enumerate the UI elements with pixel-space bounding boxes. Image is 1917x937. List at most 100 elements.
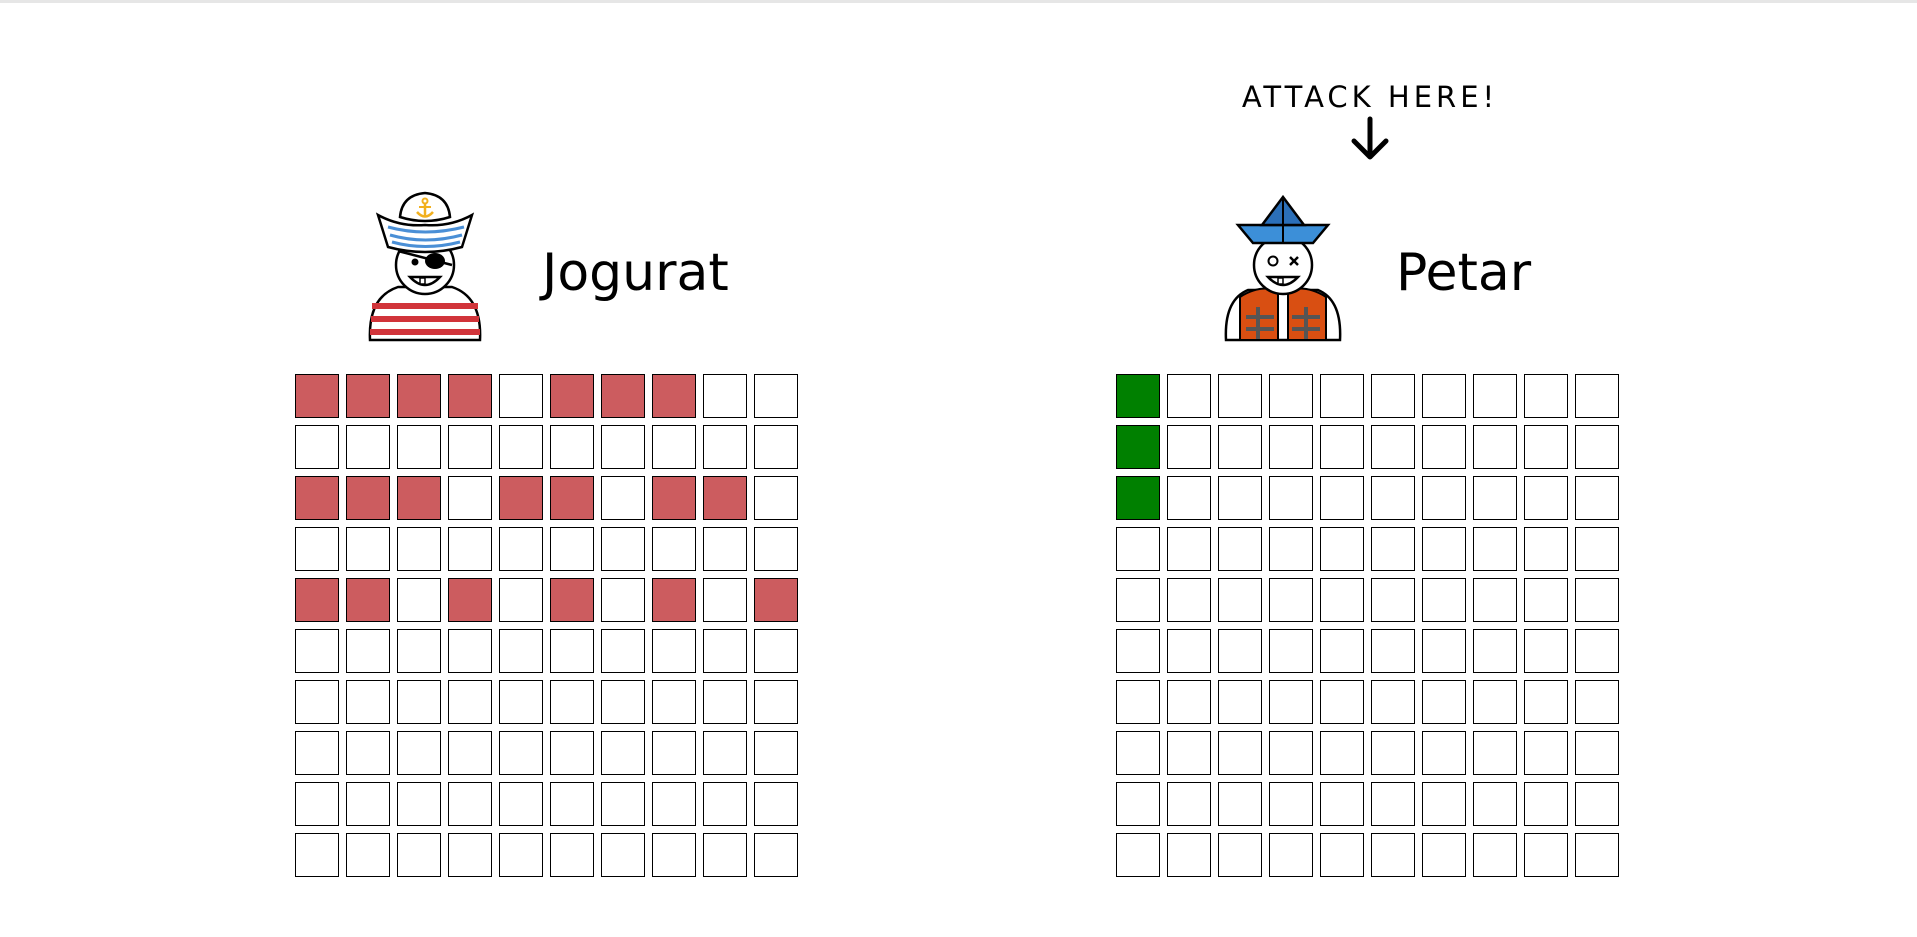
grid-cell-empty[interactable] [1269,731,1313,775]
grid-cell-empty[interactable] [1524,782,1568,826]
grid-cell-empty[interactable] [1524,731,1568,775]
grid-cell-empty[interactable] [1473,476,1517,520]
grid-cell-empty[interactable] [1269,374,1313,418]
grid-cell-empty[interactable] [1218,527,1262,571]
grid-cell-empty[interactable] [1524,527,1568,571]
grid-cell-empty[interactable] [1116,527,1160,571]
grid-cell-empty[interactable] [1371,680,1415,724]
grid-cell-empty[interactable] [1167,782,1211,826]
grid-cell-empty[interactable] [1422,782,1466,826]
grid-cell-empty[interactable] [1167,731,1211,775]
grid-cell-empty[interactable] [1371,731,1415,775]
grid-cell-empty[interactable] [1320,833,1364,877]
grid-cell-empty[interactable] [1422,476,1466,520]
grid-cell-empty[interactable] [1524,680,1568,724]
grid-cell-empty[interactable] [1524,833,1568,877]
grid-cell-empty[interactable] [1116,578,1160,622]
grid-cell-empty[interactable] [1473,527,1517,571]
grid-cell-empty[interactable] [1575,578,1619,622]
grid-cell-empty[interactable] [1473,731,1517,775]
grid-cell-empty[interactable] [1218,629,1262,673]
grid-cell-empty[interactable] [1473,833,1517,877]
grid-cell-empty[interactable] [1575,374,1619,418]
grid-cell-empty[interactable] [1167,527,1211,571]
grid-cell-empty[interactable] [1218,680,1262,724]
grid-cell-empty[interactable] [1422,425,1466,469]
grid-cell-empty[interactable] [1575,425,1619,469]
grid-cell-empty[interactable] [1422,833,1466,877]
grid-cell-empty[interactable] [1167,680,1211,724]
grid-cell-empty[interactable] [1575,680,1619,724]
grid-cell-empty[interactable] [1167,629,1211,673]
grid-cell-empty[interactable] [1218,476,1262,520]
grid-cell-empty[interactable] [1575,782,1619,826]
grid-cell-empty[interactable] [1422,629,1466,673]
grid-cell-empty[interactable] [1371,629,1415,673]
grid-cell-empty[interactable] [1116,833,1160,877]
grid-cell-empty[interactable] [1269,833,1313,877]
grid-cell-empty[interactable] [1320,629,1364,673]
grid-cell-empty[interactable] [1473,425,1517,469]
grid-cell-empty[interactable] [1167,476,1211,520]
grid-cell-empty[interactable] [1269,782,1313,826]
grid-cell-empty[interactable] [1422,374,1466,418]
grid-cell-empty[interactable] [1167,578,1211,622]
grid-cell-empty[interactable] [1473,629,1517,673]
grid-cell-empty[interactable] [1371,374,1415,418]
grid-cell-empty[interactable] [1371,425,1415,469]
grid-cell-empty[interactable] [1218,731,1262,775]
grid-cell-empty[interactable] [1218,782,1262,826]
grid-cell-empty[interactable] [1524,425,1568,469]
grid-cell-empty[interactable] [1575,527,1619,571]
grid-cell-empty[interactable] [1422,578,1466,622]
grid-cell-empty[interactable] [1320,374,1364,418]
grid-cell-empty[interactable] [1269,527,1313,571]
grid-cell-empty[interactable] [1320,578,1364,622]
grid-cell-ship[interactable] [1116,425,1160,469]
grid-cell-empty[interactable] [1320,782,1364,826]
grid-cell-empty[interactable] [1218,578,1262,622]
grid-cell-empty[interactable] [1371,833,1415,877]
grid-cell-empty[interactable] [1167,833,1211,877]
grid-cell-empty[interactable] [1269,425,1313,469]
grid-cell-empty[interactable] [1371,527,1415,571]
grid-cell-empty[interactable] [1320,680,1364,724]
grid-cell-empty[interactable] [1116,680,1160,724]
grid-cell-empty[interactable] [1116,629,1160,673]
grid-cell-empty[interactable] [1167,374,1211,418]
grid-cell-empty[interactable] [1320,731,1364,775]
grid-cell-empty[interactable] [1269,680,1313,724]
grid-cell-empty[interactable] [1371,476,1415,520]
grid-cell-empty[interactable] [1575,731,1619,775]
grid-cell-empty[interactable] [1575,833,1619,877]
grid-cell-empty[interactable] [1269,476,1313,520]
grid-cell-empty[interactable] [1473,782,1517,826]
grid-cell-empty[interactable] [1116,782,1160,826]
grid-cell-empty[interactable] [1422,527,1466,571]
grid-cell-empty[interactable] [1218,833,1262,877]
grid-cell-empty[interactable] [1116,731,1160,775]
grid-cell-empty[interactable] [1473,578,1517,622]
grid-cell-empty[interactable] [1422,731,1466,775]
grid-cell-empty[interactable] [1269,629,1313,673]
grid-cell-empty[interactable] [1575,476,1619,520]
grid-cell-empty[interactable] [1473,374,1517,418]
grid-cell-empty[interactable] [1524,476,1568,520]
grid-cell-empty[interactable] [1524,578,1568,622]
grid-cell-empty[interactable] [1371,578,1415,622]
grid-cell-empty[interactable] [1320,527,1364,571]
grid-cell-ship[interactable] [1116,374,1160,418]
grid-cell-empty[interactable] [1371,782,1415,826]
grid-cell-ship[interactable] [1116,476,1160,520]
grid-cell-empty[interactable] [1218,425,1262,469]
grid-cell-empty[interactable] [1218,374,1262,418]
grid-cell-empty[interactable] [1524,374,1568,418]
grid-cell-empty[interactable] [1575,629,1619,673]
grid-cell-empty[interactable] [1524,629,1568,673]
grid-cell-empty[interactable] [1422,680,1466,724]
grid-cell-empty[interactable] [1320,425,1364,469]
grid-cell-empty[interactable] [1269,578,1313,622]
grid-cell-empty[interactable] [1473,680,1517,724]
grid-cell-empty[interactable] [1320,476,1364,520]
grid-cell-empty[interactable] [1167,425,1211,469]
